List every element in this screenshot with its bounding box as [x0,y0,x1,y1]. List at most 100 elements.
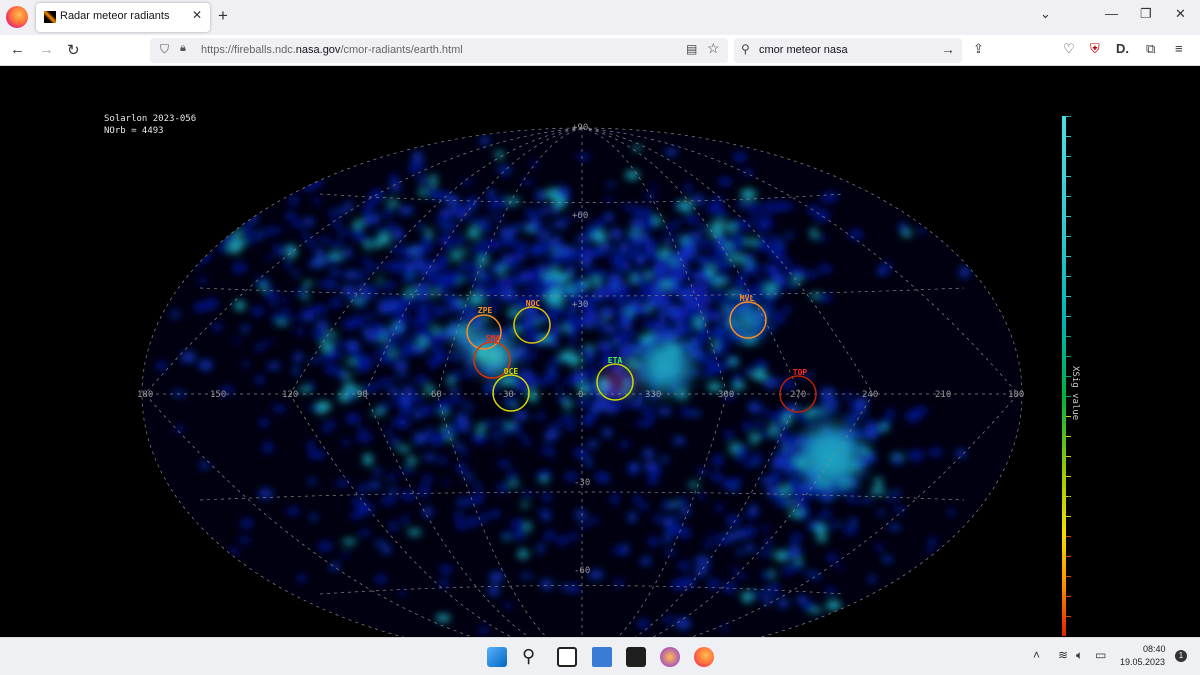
firefox-nightly-icon[interactable] [660,647,680,667]
density-blob [653,513,661,524]
density-blob [551,285,561,297]
density-blob [764,537,772,549]
density-blob [823,409,837,414]
density-blob [566,421,575,432]
density-blob [431,344,443,355]
colorbar-tick [1066,256,1071,257]
density-blob [512,528,526,541]
back-icon[interactable]: ← [10,41,25,58]
menu-icon[interactable]: ≡ [1175,41,1183,56]
density-blob [560,415,575,422]
density-blob [317,357,325,363]
density-blob [524,317,539,324]
density-blob [479,136,490,146]
density-blob [422,453,437,461]
extensions-icon[interactable]: ⧉ [1146,41,1155,57]
density-blob [576,234,589,243]
density-blob [303,280,313,287]
density-blob [499,292,514,301]
minimize-icon[interactable]: — [1105,6,1118,21]
density-blob [743,238,758,245]
density-blob [640,557,652,566]
density-blob [591,290,604,300]
ublock-icon[interactable]: ⛨ [1090,41,1100,57]
forward-icon[interactable]: → [39,41,54,58]
extension-d-icon[interactable]: D. [1116,41,1129,56]
density-blob [804,495,811,501]
density-blob [695,494,707,499]
chevron-down-icon[interactable]: ⌄ [1040,6,1051,22]
reload-icon[interactable]: ↻ [67,41,80,59]
density-blob [430,358,439,369]
density-blob [419,282,432,292]
density-blob [311,198,322,204]
close-icon[interactable]: ✕ [192,8,202,22]
lock-icon[interactable]: 🔒︎ [180,42,186,55]
density-blob [734,574,750,579]
arrow-right-icon[interactable]: → [941,41,955,57]
colorbar-tick [1066,516,1071,517]
clock-date[interactable]: 19.05.2023 [1120,657,1165,667]
density-blob [308,478,316,485]
url-bar[interactable]: ⛉ 🔒︎ https://fireballs.ndc.nasa.gov/cmor… [150,38,728,63]
density-blob [437,260,448,270]
density-blob [487,194,495,201]
density-blob [491,431,502,438]
chevron-up-icon[interactable]: ˄ [1033,648,1040,662]
density-blob [632,207,647,217]
search-text[interactable]: cmor meteor nasa [759,44,848,56]
density-blob [374,574,387,584]
density-blob [812,407,822,414]
plus-icon[interactable]: + [218,6,228,26]
density-blob [412,305,427,311]
maximize-icon[interactable]: ❐ [1140,6,1152,22]
task-view-icon[interactable] [557,647,577,667]
density-blob [776,495,790,507]
density-blob [599,345,614,353]
density-blob [344,373,353,378]
density-blob [471,297,485,305]
notification-badge[interactable]: 1 [1175,650,1187,662]
density-blob [834,521,843,527]
firefox-icon[interactable] [6,6,28,28]
density-blob [751,213,761,221]
pocket-icon[interactable]: ♡ [1063,41,1075,57]
density-blob [392,228,402,240]
volume-icon[interactable]: 🔈︎ [1076,648,1083,663]
url-text[interactable]: https://fireballs.ndc.nasa.gov/cmor-radi… [201,44,463,56]
density-blob [193,302,208,312]
search-input[interactable]: ⚲ cmor meteor nasa → [734,38,962,63]
star-icon[interactable]: ☆ [707,40,720,57]
density-blob [241,224,254,234]
shield-icon[interactable]: ⛉ [160,42,169,57]
density-blob [688,231,704,241]
density-blob [819,387,836,399]
notepad-icon[interactable] [592,647,612,667]
terminal-icon[interactable] [626,647,646,667]
battery-icon[interactable]: ▭ [1095,648,1106,662]
density-blob [681,406,689,418]
density-blob [342,438,350,447]
density-blob [793,266,803,278]
close-window-icon[interactable]: ✕ [1175,6,1186,22]
density-blob [489,571,504,583]
windows-start-icon[interactable] [487,647,507,667]
tab-radar-meteor-radiants[interactable]: Radar meteor radiants ✕ [36,3,210,32]
clock-time[interactable]: 08:40 [1143,644,1166,654]
firefox-icon[interactable] [694,647,714,667]
density-blob [603,197,615,202]
density-blob [204,192,213,202]
search-icon[interactable]: ⚲ [522,647,542,667]
wifi-icon[interactable]: ≋ [1058,648,1068,662]
shower-label-mvl: MVL [740,294,755,303]
density-blob [689,336,699,347]
reader-icon[interactable]: ▤ [686,42,697,56]
density-blob [701,542,717,548]
density-blob [450,199,458,209]
density-blob [873,187,889,192]
share-icon[interactable]: ⇪ [973,41,984,57]
density-blob [342,538,357,545]
density-blob [390,180,401,193]
density-blob [523,286,535,296]
colorbar-tick [1066,316,1071,317]
